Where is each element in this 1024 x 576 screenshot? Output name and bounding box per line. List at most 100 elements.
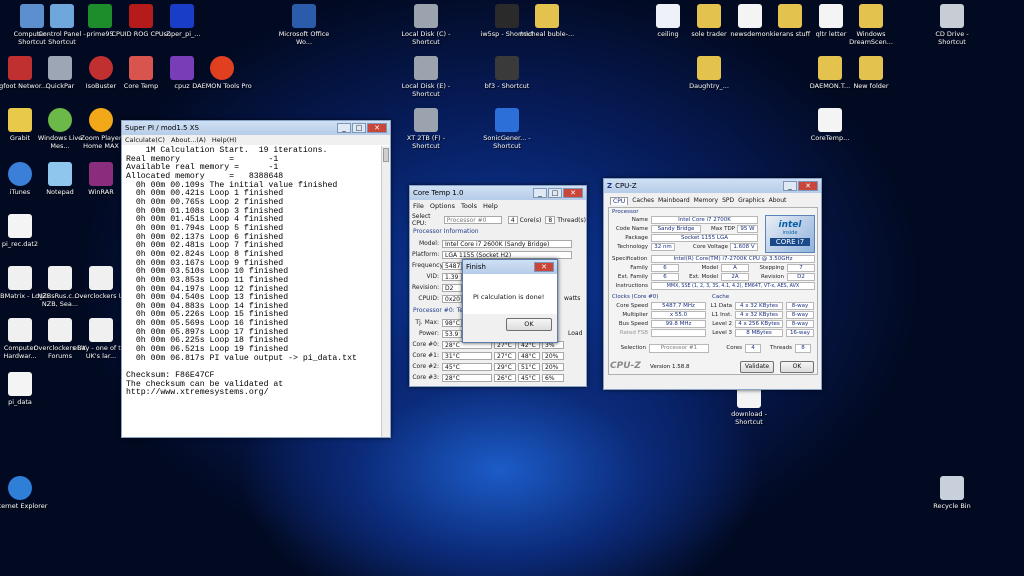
superpi-titlebar[interactable]: Super PI / mod1.5 XS _ □ ✕ [122, 121, 390, 135]
folder-icon [859, 56, 883, 80]
close-button[interactable]: ✕ [798, 181, 818, 191]
threads-label: Thread(s) [557, 216, 586, 224]
name-label: Name [631, 217, 648, 223]
menu-about[interactable]: About...(A) [171, 136, 206, 144]
cpuz-title: CPU-Z [615, 182, 637, 190]
specification-value: Intel(R) Core(TM) i7-2700K CPU @ 3.50GHz [651, 255, 815, 263]
maximize-button[interactable]: □ [352, 123, 366, 133]
cd-drive-icon [940, 4, 964, 28]
minimize-button[interactable]: _ [337, 123, 351, 133]
desktop-icon-bf3[interactable]: bf3 - Shortcut [477, 56, 537, 90]
model-value: A [721, 264, 749, 272]
core-temp: 45°C [442, 362, 492, 371]
superpi-menubar: Calculate(C) About...(A) Help(H) [122, 135, 390, 145]
desktop-icon-sonic[interactable]: SonicGener... - Shortcut [477, 108, 537, 150]
cpuz-window: Z CPU-Z _ ✕ CPU Caches Mainboard Memory … [603, 178, 822, 390]
l3-label: Level 3 [712, 330, 732, 336]
desktop-icon-ms-office[interactable]: Microsoft Office Wo... [274, 4, 334, 46]
core-i7-text: CORE i7 [770, 238, 810, 246]
desktop-icon-xt2tb[interactable]: XT 2TB (F) - Shortcut [396, 108, 456, 150]
l1d-assoc: 8-way [786, 302, 814, 310]
desktop-icon-download[interactable]: download - Shortcut [719, 384, 779, 426]
menu-options[interactable]: Options [430, 202, 455, 210]
tab-mainboard[interactable]: Mainboard [658, 197, 690, 205]
menu-help[interactable]: Help [483, 202, 498, 210]
desktop-icon-micheal-buble[interactable]: micheal buble-... [517, 4, 577, 38]
music-icon [8, 162, 32, 186]
cpuid-label: CPUID: [418, 295, 439, 302]
cpuz-threads-value: 8 [795, 344, 811, 353]
rog-icon [129, 4, 153, 28]
desktop-icon-windows-dreamscene[interactable]: Windows DreamScen... [841, 4, 901, 46]
desktop-icon-local-disk-c[interactable]: Local Disk (C) - Shortcut [396, 4, 456, 46]
core-min-temp: 29°C [494, 362, 516, 371]
technology-label: Technology [617, 244, 648, 250]
desktop-icon-cd-drive[interactable]: CD Drive - Shortcut [922, 4, 982, 46]
core-row: Core #1: 31°C 27°C 48°C 20% [412, 350, 586, 361]
tab-about[interactable]: About [769, 197, 787, 205]
close-button[interactable]: ✕ [367, 123, 387, 133]
file-icon [8, 372, 32, 396]
desktop-icon-internet-explorer[interactable]: Internet Explorer [0, 476, 50, 510]
select-cpu-dropdown[interactable]: Processor #0 [443, 216, 502, 224]
menu-help[interactable]: Help(H) [212, 136, 237, 144]
desktop-icon-coretemp-file[interactable]: CoreTemp... [800, 108, 860, 142]
tab-cpu[interactable]: CPU [610, 197, 629, 205]
l1i-label: L1 Inst. [711, 312, 732, 318]
desktop-icon-pi-rec[interactable]: pi_rec.dat2 [0, 214, 50, 248]
menu-file[interactable]: File [413, 202, 424, 210]
desktop-icon-new-folder[interactable]: New folder [841, 56, 901, 90]
extmodel-label: Ext. Model [689, 274, 718, 280]
desktop-icon-recycle-bin[interactable]: Recycle Bin [922, 476, 982, 510]
finish-titlebar[interactable]: Finish ✕ [463, 260, 557, 274]
coretemp-titlebar[interactable]: Core Temp 1.0 _ □ ✕ [410, 186, 586, 200]
folder-icon [697, 56, 721, 80]
model-value: Intel Core i7 2600K (Sandy Bridge) [442, 239, 572, 248]
messenger-icon [48, 108, 72, 132]
core-min-temp: 27°C [494, 351, 516, 360]
close-button[interactable]: ✕ [563, 188, 583, 198]
model-label: Model [701, 265, 718, 271]
tab-memory[interactable]: Memory [694, 197, 718, 205]
menu-calculate[interactable]: Calculate(C) [125, 136, 165, 144]
drive-icon [414, 56, 438, 80]
intel-logo-text: intel [778, 220, 802, 230]
power-label: Power: [418, 330, 439, 337]
minimize-button[interactable]: _ [783, 181, 797, 191]
desktop-icon-pi-data[interactable]: pi_data [0, 372, 50, 406]
superpi-output: 1M Calculation Start. 19 iterations. Rea… [126, 146, 357, 398]
name-value: Intel Core i7 2700K [651, 216, 758, 224]
tab-spd[interactable]: SPD [722, 197, 734, 205]
game-icon [495, 56, 519, 80]
selection-dropdown[interactable]: Processor #1 [649, 344, 709, 353]
desktop-icon-daemon-tools[interactable]: DAEMON Tools Pro [192, 56, 252, 90]
ratedfsb-label: Rated FSB [619, 330, 648, 336]
cpuz-titlebar[interactable]: Z CPU-Z _ ✕ [604, 179, 821, 193]
specification-label: Specification [612, 256, 648, 262]
corespeed-label: Core Speed [616, 303, 648, 309]
package-value: Socket 1155 LGA [651, 234, 758, 242]
superpi-scrollbar[interactable] [381, 146, 390, 437]
package-label: Package [625, 235, 648, 241]
finish-message: PI calculation is done! [463, 274, 557, 314]
desktop-icon-super-pi[interactable]: super_pi_... [152, 4, 212, 38]
busspeed-value: 99.8 MHz [651, 320, 706, 328]
desktop-icon-local-disk-e[interactable]: Local Disk (E) - Shortcut [396, 56, 456, 98]
l1d-label: L1 Data [710, 303, 732, 309]
watts-label: watts [564, 295, 581, 302]
core-min-temp: 26°C [494, 373, 516, 382]
corespeed-value: 5487.7 MHz [651, 302, 706, 310]
folder-icon [697, 4, 721, 28]
maximize-button[interactable]: □ [548, 188, 562, 198]
minimize-button[interactable]: _ [533, 188, 547, 198]
validate-button[interactable]: Validate [740, 361, 774, 373]
tab-graphics[interactable]: Graphics [738, 197, 765, 205]
scroll-thumb[interactable] [383, 148, 389, 162]
desktop-icon-daughtry[interactable]: Daughtry_... [679, 56, 739, 90]
cpuz-ok-button[interactable]: OK [780, 361, 814, 373]
tab-caches[interactable]: Caches [632, 197, 654, 205]
close-button[interactable]: ✕ [534, 262, 554, 272]
platform-label: Platform: [412, 251, 440, 258]
ok-button[interactable]: OK [506, 318, 552, 331]
menu-tools[interactable]: Tools [461, 202, 477, 210]
